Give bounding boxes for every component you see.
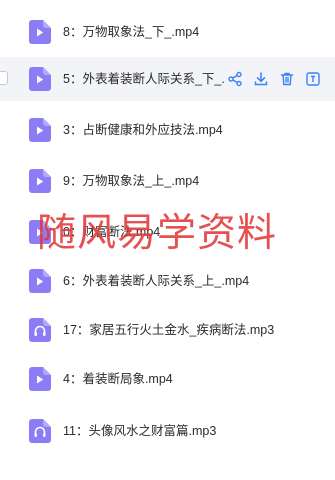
select-checkbox[interactable] [0, 71, 8, 85]
download-icon[interactable] [252, 70, 270, 88]
file-name: 0：财富断法.mp4 [63, 225, 161, 239]
file-row[interactable]: 3：占断健康和外应技法.mp4 [0, 108, 335, 152]
video-file-icon [29, 169, 51, 193]
file-name: 11：头像风水之财富篇.mp3 [63, 424, 217, 438]
file-row[interactable]: 8：万物取象法_下_.mp4 [0, 10, 335, 54]
file-row[interactable]: 0：财富断法.mp4 [0, 210, 335, 254]
file-name: 8：万物取象法_下_.mp4 [63, 25, 200, 39]
share-icon[interactable] [226, 70, 244, 88]
file-row[interactable]: 11：头像风水之财富篇.mp3 [0, 409, 335, 453]
file-name: 6：外表着装断人际关系_上_.mp4 [63, 274, 250, 288]
video-file-icon [29, 220, 51, 244]
video-file-icon [29, 367, 51, 391]
delete-icon[interactable] [278, 70, 296, 88]
file-name: 4：着装断局象.mp4 [63, 372, 173, 386]
file-name: 5：外表着装断人际关系_下_.mp4 [63, 72, 224, 86]
video-file-icon [29, 20, 51, 44]
file-name: 17：家居五行火土金水_疾病断法.mp3 [63, 323, 275, 337]
file-name: 9：万物取象法_上_.mp4 [63, 174, 200, 188]
file-row[interactable]: 6：外表着装断人际关系_上_.mp4 [0, 259, 335, 303]
file-row[interactable]: 17：家居五行火土金水_疾病断法.mp3 [0, 308, 335, 352]
audio-file-icon [29, 318, 51, 342]
audio-file-icon [29, 419, 51, 443]
video-file-icon [29, 269, 51, 293]
rename-icon[interactable] [304, 70, 322, 88]
row-actions [226, 69, 335, 89]
file-row[interactable]: 4：着装断局象.mp4 [0, 357, 335, 401]
file-row-hovered[interactable]: 5：外表着装断人际关系_下_.mp4 [0, 57, 335, 101]
video-file-icon [29, 67, 51, 91]
video-file-icon [29, 118, 51, 142]
file-name: 3：占断健康和外应技法.mp4 [63, 123, 223, 137]
file-row[interactable]: 9：万物取象法_上_.mp4 [0, 159, 335, 203]
more-icon[interactable] [330, 70, 335, 88]
